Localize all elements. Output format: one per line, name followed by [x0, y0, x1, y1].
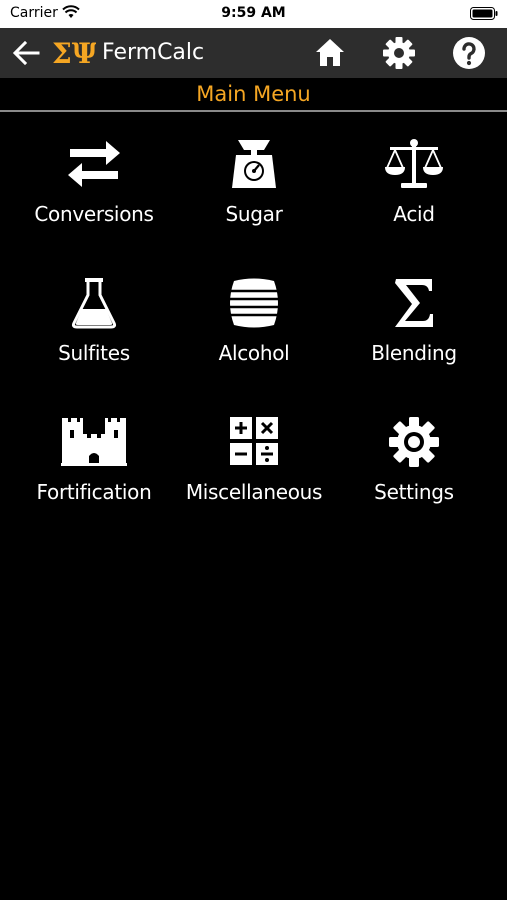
- flask-icon: [71, 278, 117, 329]
- app-title: FermCalc: [102, 40, 205, 65]
- menu-item-label: Sulfites: [58, 341, 130, 365]
- menu-item-alcohol[interactable]: Alcohol: [174, 277, 334, 416]
- back-arrow-icon[interactable]: [10, 37, 42, 69]
- menu-item-fortification[interactable]: Fortification: [14, 416, 174, 555]
- menu-item-miscellaneous[interactable]: Miscellaneous: [174, 416, 334, 555]
- menu-item-label: Miscellaneous: [185, 480, 323, 504]
- menu-item-label: Blending: [371, 341, 457, 365]
- menu-item-sugar[interactable]: Sugar: [174, 138, 334, 277]
- menu-item-sulfites[interactable]: Sulfites: [14, 277, 174, 416]
- menu-item-label: Conversions: [34, 202, 154, 226]
- gear-icon: [389, 417, 439, 467]
- app-logo: ΣΨ: [52, 37, 96, 69]
- help-icon[interactable]: [452, 36, 486, 70]
- balance-icon: [385, 139, 443, 188]
- battery-icon: [470, 7, 498, 20]
- main-menu-grid: Conversions Sugar Acid Sulfites Alcohol …: [14, 138, 494, 555]
- menu-item-label: Settings: [374, 480, 454, 504]
- svg-text:ΣΨ: ΣΨ: [52, 37, 96, 69]
- status-time: 9:59 AM: [221, 5, 286, 21]
- castle-icon: [61, 418, 127, 466]
- screen: Carrier 9:59 AM ΣΨ FermCalc Main Menu Co…: [0, 0, 507, 900]
- menu-item-label: Acid: [393, 202, 435, 226]
- barrel-icon: [227, 278, 281, 328]
- calculator-icon: [230, 417, 278, 465]
- home-icon[interactable]: [313, 36, 347, 70]
- page-title: Main Menu: [196, 82, 311, 106]
- menu-item-settings[interactable]: Settings: [334, 416, 494, 555]
- status-bar: Carrier 9:59 AM: [0, 0, 507, 28]
- menu-item-label: Alcohol: [218, 341, 290, 365]
- nav-bar: ΣΨ FermCalc: [0, 28, 507, 78]
- gear-icon[interactable]: [382, 36, 416, 70]
- sigma-icon: [395, 279, 433, 327]
- menu-item-blending[interactable]: Blending: [334, 277, 494, 416]
- scale-icon: [232, 140, 276, 188]
- header-divider: [0, 110, 507, 112]
- exchange-arrows-icon: [68, 141, 120, 187]
- menu-item-acid[interactable]: Acid: [334, 138, 494, 277]
- menu-item-label: Fortification: [36, 480, 152, 504]
- menu-item-conversions[interactable]: Conversions: [14, 138, 174, 277]
- menu-item-label: Sugar: [225, 202, 283, 226]
